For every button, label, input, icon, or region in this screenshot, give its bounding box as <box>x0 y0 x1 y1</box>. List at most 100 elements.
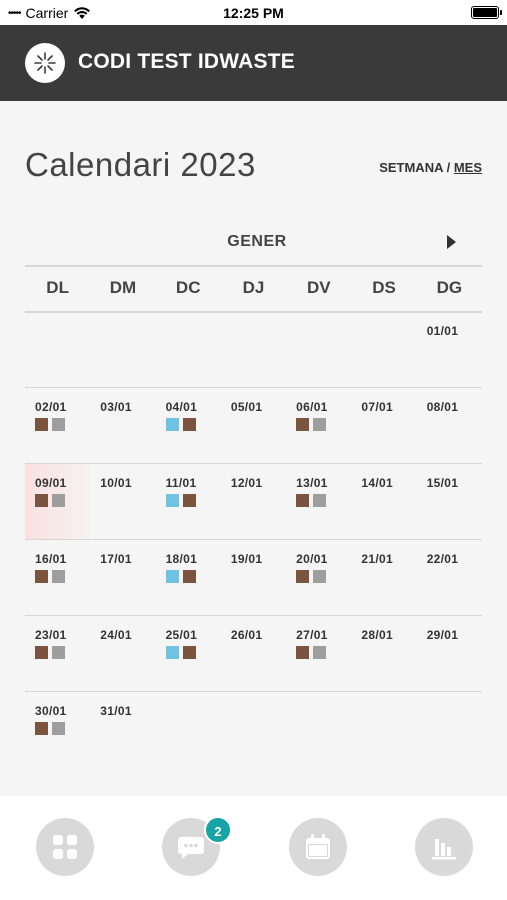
tab-statistics[interactable] <box>415 818 473 876</box>
calendar-day[interactable]: 30/01 <box>25 692 90 768</box>
empty-day-cell <box>417 692 482 768</box>
day-number: 06/01 <box>296 400 328 414</box>
day-number: 21/01 <box>361 552 393 566</box>
calendar-day[interactable]: 16/01 <box>25 540 90 615</box>
triangle-right-icon[interactable] <box>447 235 456 249</box>
day-number: 23/01 <box>35 628 67 642</box>
waste-marker-brown <box>296 418 310 431</box>
week-view-link[interactable]: SETMANA <box>379 160 443 175</box>
calendar-day[interactable]: 12/01 <box>221 464 286 539</box>
calendar-week-row: 02/01 03/01 04/01 05/01 06/01 07/01 08/01 <box>25 388 482 464</box>
day-number: 10/01 <box>100 476 132 490</box>
empty-day-cell <box>156 692 221 768</box>
waste-marker-brown <box>35 418 48 431</box>
waste-marker-brown <box>296 646 310 659</box>
view-separator: / <box>442 160 454 175</box>
waste-marker-brown <box>296 570 310 583</box>
calendar-day[interactable]: 18/01 <box>156 540 221 615</box>
calendar-day[interactable]: 15/01 <box>417 464 482 539</box>
calendar-day[interactable]: 27/01 <box>286 616 351 691</box>
waste-marker-brown <box>35 722 48 735</box>
day-number: 15/01 <box>426 476 459 490</box>
calendar-day[interactable]: 28/01 <box>351 616 416 691</box>
day-number: 16/01 <box>35 552 67 566</box>
waste-marker-brown <box>182 418 196 431</box>
day-number: 27/01 <box>296 628 328 642</box>
waste-marker-gray <box>313 418 327 431</box>
weekday-header: DL DM DC DJ DV DS DG <box>25 266 482 312</box>
page-title: Calendari 2023 <box>25 146 256 183</box>
day-number: 02/01 <box>35 400 67 414</box>
calendar-day[interactable]: 13/01 <box>286 464 351 539</box>
calendar-day[interactable]: 02/01 <box>25 388 90 463</box>
calendar-day[interactable]: 01/01 <box>417 312 482 387</box>
calendar-day[interactable]: 10/01 <box>90 464 155 539</box>
waste-marker-gray <box>313 570 327 583</box>
day-number: 22/01 <box>426 552 459 566</box>
calendar-day[interactable]: 31/01 <box>90 692 155 768</box>
day-number: 20/01 <box>296 552 328 566</box>
bar-chart-icon <box>432 839 456 860</box>
calendar-day[interactable]: 06/01 <box>286 388 351 463</box>
weekday-label: DJ <box>242 278 265 297</box>
grid-icon <box>53 835 77 859</box>
weekday-label: DG <box>436 278 463 297</box>
calendar-day[interactable]: 17/01 <box>90 540 155 615</box>
waste-marker-gray <box>52 418 65 431</box>
chat-icon <box>178 837 204 859</box>
bottom-nav: 2 <box>0 796 507 900</box>
day-number: 08/01 <box>426 400 459 414</box>
calendar-day[interactable]: 04/01 <box>156 388 221 463</box>
calendar-week-row: 09/01 10/01 11/01 12/01 13/01 14/01 15/01 <box>25 464 482 540</box>
day-number: 09/01 <box>35 476 67 490</box>
waste-marker-blue <box>165 570 179 583</box>
day-number: 07/01 <box>361 400 393 414</box>
waste-markers <box>165 646 221 659</box>
view-toggle: SETMANA / MES <box>379 160 482 175</box>
waste-marker-brown <box>182 646 196 659</box>
calendar-day[interactable]: 29/01 <box>417 616 482 691</box>
calendar-day[interactable]: 23/01 <box>25 616 90 691</box>
calendar-day[interactable]: 24/01 <box>90 616 155 691</box>
tab-calendar[interactable] <box>289 818 347 876</box>
waste-marker-gray <box>52 722 65 735</box>
empty-day-cell <box>351 312 416 387</box>
waste-markers <box>296 494 351 507</box>
day-number: 24/01 <box>100 628 132 642</box>
waste-markers <box>296 570 351 583</box>
calendar-day[interactable]: 20/01 <box>286 540 351 615</box>
waste-marker-brown <box>182 570 196 583</box>
weekday-label: DM <box>109 278 137 297</box>
day-number: 13/01 <box>296 476 328 490</box>
day-number: 29/01 <box>426 628 459 642</box>
calendar-day[interactable]: 22/01 <box>417 540 482 615</box>
notification-badge: 2 <box>204 816 232 844</box>
calendar-day[interactable]: 14/01 <box>351 464 416 539</box>
month-view-link[interactable]: MES <box>454 160 482 175</box>
empty-day-cell <box>286 312 351 387</box>
day-number: 19/01 <box>230 552 263 566</box>
recycling-logo-icon[interactable] <box>25 43 65 83</box>
calendar-day[interactable]: 03/01 <box>90 388 155 463</box>
tab-dashboard[interactable] <box>36 818 94 876</box>
waste-markers <box>35 570 90 583</box>
waste-markers <box>165 494 221 507</box>
waste-marker-gray <box>52 570 65 583</box>
calendar-day[interactable]: 08/01 <box>417 388 482 463</box>
calendar-day[interactable]: 21/01 <box>351 540 416 615</box>
waste-marker-gray <box>52 494 65 507</box>
calendar-week-row: 01/01 <box>25 312 482 388</box>
calendar-day[interactable]: 25/01 <box>156 616 221 691</box>
calendar-day[interactable]: 07/01 <box>351 388 416 463</box>
day-number: 04/01 <box>165 400 198 414</box>
calendar-day[interactable]: 09/01 <box>25 464 91 539</box>
day-number: 12/01 <box>230 476 263 490</box>
calendar-day[interactable]: 05/01 <box>221 388 286 463</box>
calendar-day[interactable]: 26/01 <box>221 616 286 691</box>
day-number: 01/01 <box>426 324 459 338</box>
calendar-day[interactable]: 11/01 <box>156 464 221 539</box>
calendar-week-row: 16/01 17/01 18/01 19/01 20/01 21/01 22/01 <box>25 540 482 616</box>
calendar-day[interactable]: 19/01 <box>221 540 286 615</box>
month-label: GENER <box>227 233 287 250</box>
waste-markers <box>165 418 221 431</box>
